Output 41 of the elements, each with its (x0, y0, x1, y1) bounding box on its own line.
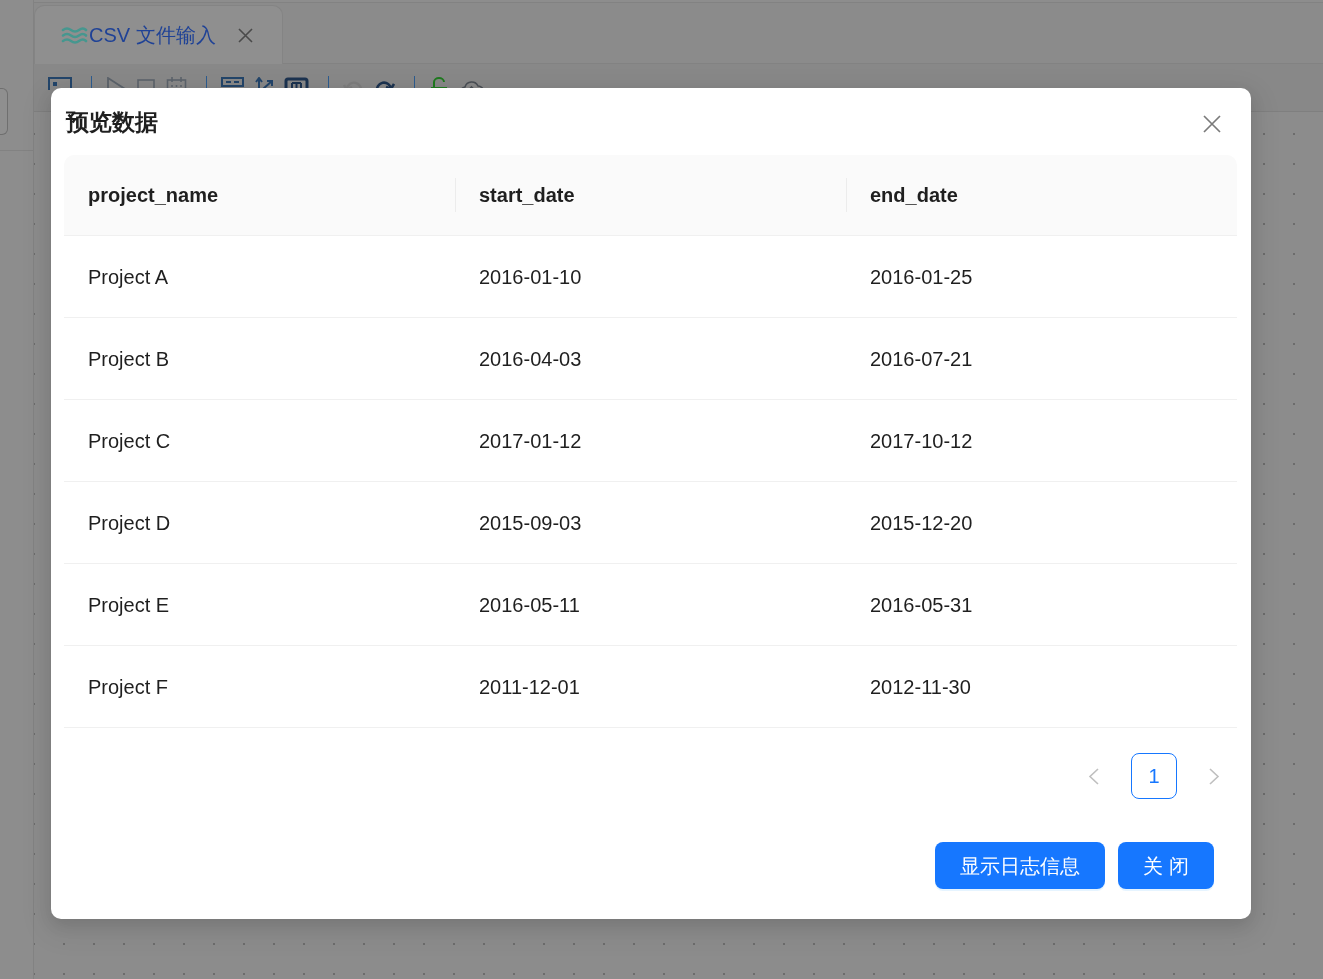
table-cell-text: Project A (88, 264, 169, 290)
table-cell-text: 2015-12-20 (870, 510, 973, 536)
chevron-left-icon (1088, 767, 1100, 785)
table-cell-text: 2016-01-25 (870, 264, 973, 290)
table-cell-text: 2016-07-21 (870, 346, 973, 372)
table-cell-text: 2016-05-31 (870, 592, 973, 618)
table-cell-text: Project D (88, 510, 171, 536)
tab[interactable]: CSV 文件输入 (34, 5, 283, 64)
lock-icon[interactable] (429, 77, 449, 90)
calendar-icon[interactable] (166, 77, 187, 90)
play-icon[interactable] (106, 77, 126, 90)
panel-icon[interactable] (221, 77, 244, 90)
dialog-button[interactable]: 关 闭 (1118, 842, 1214, 889)
table-cell-text: Project B (88, 346, 170, 372)
waves-icon (61, 26, 88, 44)
close-icon (237, 27, 253, 43)
chevron-right-icon (1208, 767, 1220, 785)
arrows-icon[interactable] (254, 77, 274, 90)
table-cell-text: 2017-10-12 (870, 428, 973, 454)
table-cell-text: 2015-09-03 (479, 510, 582, 536)
dialog-button[interactable]: 显示日志信息 (935, 842, 1106, 889)
dialog-title: 预览数据 (66, 108, 158, 137)
table-cell-text: 2016-04-03 (479, 346, 582, 372)
table-cell-text: 2012-11-30 (870, 674, 971, 700)
tab-close-button[interactable] (237, 27, 253, 43)
table-cell-text: 2016-01-10 (479, 264, 582, 290)
table-cell-text: 2017-01-12 (479, 428, 582, 454)
image-icon[interactable] (48, 77, 72, 90)
close-icon (1203, 115, 1221, 133)
column-header: project_name (88, 183, 219, 208)
table-cell-text: Project F (88, 674, 169, 700)
column-header: start_date (479, 183, 575, 208)
close-button[interactable] (1203, 115, 1221, 133)
table-cell-text: Project C (88, 428, 171, 454)
frame-icon[interactable] (284, 77, 309, 90)
table-cell-text: 2016-05-11 (479, 592, 580, 618)
tab-label: CSV 文件输入 (89, 23, 216, 48)
table-cell-text: 2011-12-01 (479, 674, 580, 700)
column-header: end_date (870, 183, 958, 208)
table-cell-text: Project E (88, 592, 170, 618)
page-button[interactable]: 1 (1131, 753, 1177, 799)
